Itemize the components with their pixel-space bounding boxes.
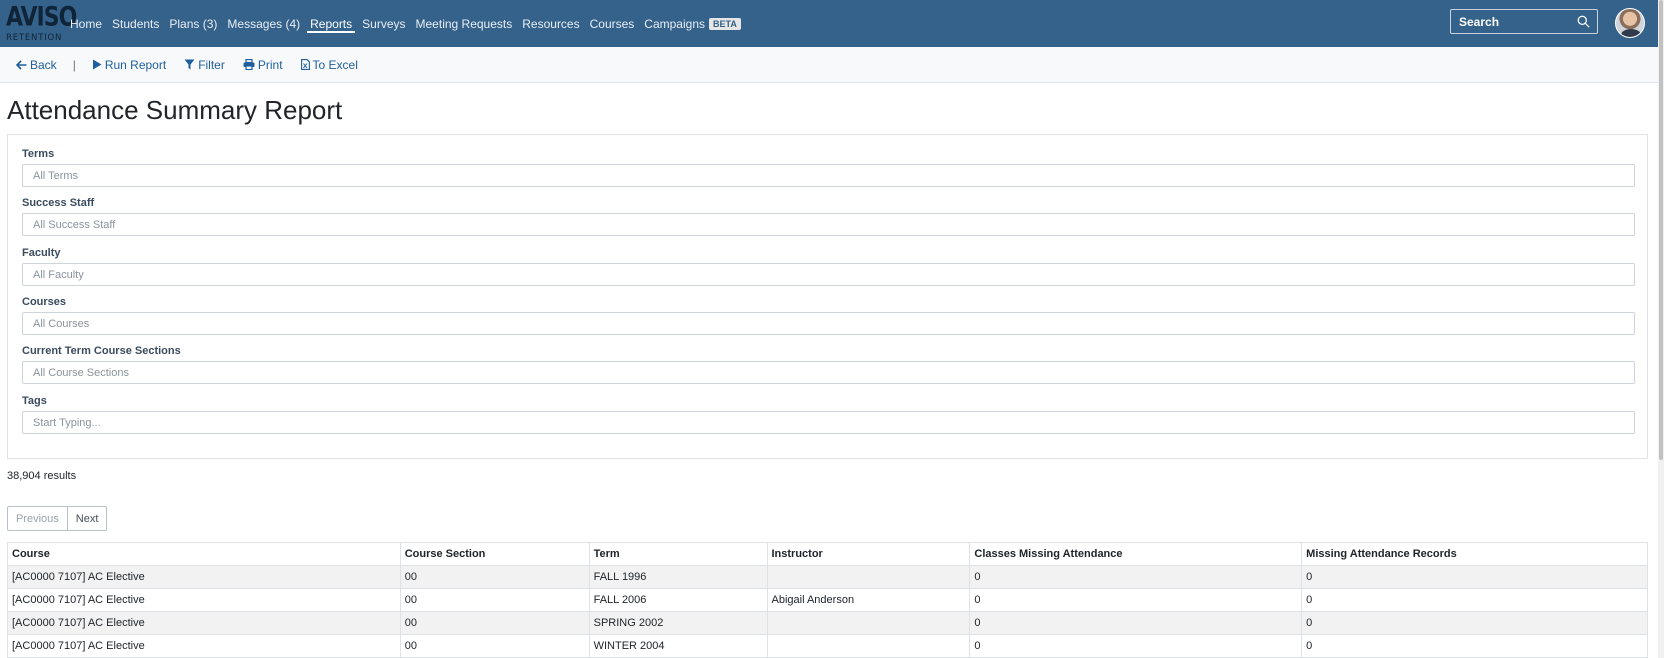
back-button[interactable]: Back <box>16 58 57 72</box>
tags-filter: Tags Start Typing... <box>22 395 1635 434</box>
nav-campaigns-label: Campaigns <box>644 16 705 31</box>
nav-surveys[interactable]: Surveys <box>362 0 405 47</box>
search-input[interactable] <box>1459 14 1577 29</box>
filter-label: Filter <box>198 57 225 72</box>
next-button[interactable]: Next <box>67 506 108 531</box>
cell-instructor <box>766 565 971 589</box>
nav-campaigns[interactable]: Campaigns BETA <box>644 0 741 47</box>
table-header-row: Course Course Section Term Instructor Cl… <box>7 542 1648 566</box>
column-header-instructor[interactable]: Instructor <box>766 542 971 566</box>
cell-term: FALL 1996 <box>588 565 768 589</box>
column-header-course-section[interactable]: Course Section <box>399 542 590 566</box>
table-row: [AC0000 7107] AC Elective 00 SPRING 2002… <box>7 611 1648 635</box>
column-header-course[interactable]: Course <box>7 542 401 566</box>
filter-button[interactable]: Filter <box>184 58 225 72</box>
print-label: Print <box>257 57 283 72</box>
table-row: [AC0000 7107] AC Elective 00 WINTER 2004… <box>7 634 1648 658</box>
courses-select[interactable]: All Courses <box>22 312 1635 335</box>
faculty-filter: Faculty All Faculty <box>22 247 1635 286</box>
cell-classes-missing: 0 <box>969 588 1303 612</box>
faculty-label: Faculty <box>22 247 61 259</box>
cell-course-section: 00 <box>399 565 590 589</box>
top-navbar: AVISO RETENTION Home Students Plans (3) … <box>0 0 1658 47</box>
column-header-term[interactable]: Term <box>588 542 768 566</box>
page-title: Attendance Summary Report <box>7 95 343 125</box>
to-excel-button[interactable]: To Excel <box>300 57 358 72</box>
cell-instructor: Abigail Anderson <box>766 588 971 612</box>
nav-courses[interactable]: Courses <box>590 0 635 47</box>
cell-missing-records: 0 <box>1301 611 1648 635</box>
toolbar-separator: | <box>72 57 76 72</box>
printer-icon <box>243 59 255 70</box>
column-header-missing-records[interactable]: Missing Attendance Records <box>1301 542 1648 566</box>
run-report-button[interactable]: Run Report <box>92 58 166 72</box>
nav-home[interactable]: Home <box>70 0 102 47</box>
courses-filter: Courses All Courses <box>22 296 1635 335</box>
cell-course-section: 00 <box>399 634 590 658</box>
arrow-left-icon <box>16 59 27 70</box>
terms-select[interactable]: All Terms <box>22 164 1635 187</box>
tags-label: Tags <box>22 395 47 407</box>
nav-messages[interactable]: Messages (4) <box>227 0 300 47</box>
nav-plans[interactable]: Plans (3) <box>169 0 217 47</box>
user-avatar[interactable] <box>1615 8 1645 38</box>
success-staff-filter: Success Staff All Success Staff <box>22 197 1635 236</box>
course-sections-select[interactable]: All Course Sections <box>22 361 1635 384</box>
cell-classes-missing: 0 <box>969 634 1303 658</box>
cell-instructor <box>766 634 971 658</box>
table-row: [AC0000 7107] AC Elective 00 FALL 2006 A… <box>7 588 1648 612</box>
nav-reports[interactable]: Reports <box>307 0 356 47</box>
cell-instructor <box>766 611 971 635</box>
cell-course: [AC0000 7107] AC Elective <box>7 588 401 612</box>
courses-label: Courses <box>22 296 67 308</box>
results-count: 38,904 results <box>7 470 77 482</box>
cell-course: [AC0000 7107] AC Elective <box>7 634 401 658</box>
scrollbar-thumb[interactable] <box>1659 0 1663 460</box>
cell-term: WINTER 2004 <box>588 634 768 658</box>
nav-resources[interactable]: Resources <box>522 0 579 47</box>
cell-classes-missing: 0 <box>969 611 1303 635</box>
table-row: [AC0000 7107] AC Elective 00 FALL 1996 0… <box>7 565 1648 589</box>
course-sections-filter: Current Term Course Sections All Course … <box>22 345 1635 384</box>
back-label: Back <box>30 57 57 72</box>
beta-badge: BETA <box>709 17 741 30</box>
column-header-classes-missing[interactable]: Classes Missing Attendance <box>969 542 1303 566</box>
aviso-logo[interactable]: AVISO RETENTION <box>6 3 77 43</box>
cell-course-section: 00 <box>399 611 590 635</box>
nav-meeting-requests[interactable]: Meeting Requests <box>416 0 513 47</box>
pagination: Previous Next <box>7 506 108 531</box>
page-scrollbar[interactable] <box>1658 0 1664 658</box>
attendance-table: Course Course Section Term Instructor Cl… <box>7 542 1648 658</box>
cell-term: SPRING 2002 <box>588 611 768 635</box>
cell-classes-missing: 0 <box>969 565 1303 589</box>
cell-term: FALL 2006 <box>588 588 768 612</box>
print-button[interactable]: Print <box>243 58 283 72</box>
to-excel-label: To Excel <box>312 57 358 72</box>
tags-input[interactable]: Start Typing... <box>22 411 1635 434</box>
report-toolbar: Back | Run Report Filter Print To Excel <box>0 47 1658 83</box>
cell-course: [AC0000 7107] AC Elective <box>7 611 401 635</box>
cell-course: [AC0000 7107] AC Elective <box>7 565 401 589</box>
cell-missing-records: 0 <box>1301 565 1648 589</box>
filter-icon <box>184 59 195 70</box>
success-staff-select[interactable]: All Success Staff <box>22 213 1635 236</box>
excel-file-icon <box>300 59 310 70</box>
terms-label: Terms <box>22 148 55 160</box>
success-staff-label: Success Staff <box>22 197 95 209</box>
course-sections-label: Current Term Course Sections <box>22 345 181 357</box>
main-nav: Home Students Plans (3) Messages (4) Rep… <box>70 0 751 47</box>
search-icon[interactable] <box>1577 15 1590 28</box>
faculty-select[interactable]: All Faculty <box>22 263 1635 286</box>
play-icon <box>92 59 102 70</box>
search-box[interactable] <box>1450 9 1598 34</box>
previous-button[interactable]: Previous <box>7 506 68 531</box>
cell-course-section: 00 <box>399 588 590 612</box>
run-report-label: Run Report <box>104 57 167 72</box>
terms-filter: Terms All Terms <box>22 148 1635 187</box>
cell-missing-records: 0 <box>1301 634 1648 658</box>
nav-students[interactable]: Students <box>112 0 159 47</box>
cell-missing-records: 0 <box>1301 588 1648 612</box>
filter-panel: Terms All Terms Success Staff All Succes… <box>7 134 1648 459</box>
